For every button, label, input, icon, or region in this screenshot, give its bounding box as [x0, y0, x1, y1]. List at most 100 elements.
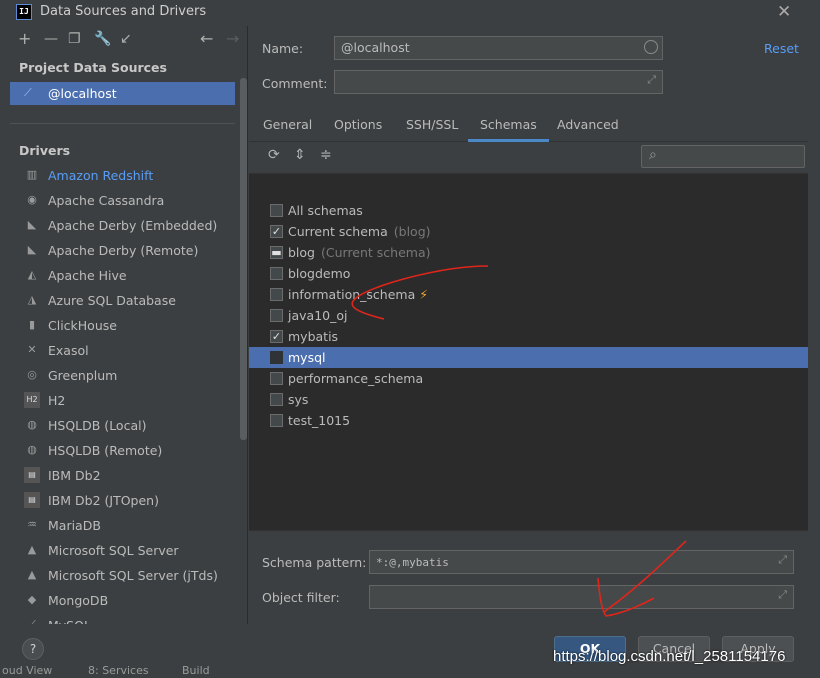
- schema-checkbox[interactable]: ▬: [270, 246, 283, 259]
- schema-checkbox[interactable]: [270, 372, 283, 385]
- ide-tool-cloud-view[interactable]: oud View: [2, 664, 52, 677]
- driver-item[interactable]: ◍ HSQLDB (Remote): [22, 440, 237, 462]
- tab-bar: General Options SSH/SSL Schemas Advanced: [249, 110, 808, 142]
- schema-search-input[interactable]: ⌕: [641, 145, 805, 168]
- driver-label: Amazon Redshift: [48, 168, 154, 183]
- remove-icon[interactable]: —: [44, 30, 58, 48]
- schema-checkbox[interactable]: [270, 309, 283, 322]
- right-pane: Name: @localhost Reset Comment: ⤢ Genera…: [249, 26, 808, 624]
- clickhouse-icon: ▮: [28, 318, 36, 331]
- left-scrollbar[interactable]: [240, 78, 247, 440]
- schema-checkbox[interactable]: [270, 267, 283, 280]
- schema-checkbox[interactable]: [270, 288, 283, 301]
- schema-row[interactable]: performance_schema: [249, 368, 808, 389]
- name-field[interactable]: @localhost: [334, 36, 663, 60]
- driver-item[interactable]: ▤ IBM Db2: [22, 465, 237, 487]
- driver-label: IBM Db2: [48, 468, 101, 483]
- left-toolbar: + — ❐ 🔧 ↙ ← →: [10, 26, 248, 54]
- schema-name-text: blogdemo: [288, 266, 351, 281]
- back-icon[interactable]: ←: [200, 30, 213, 48]
- schema-pattern-field[interactable]: *:@,mybatis ⤢: [369, 550, 794, 574]
- import-icon[interactable]: ↙: [120, 30, 132, 48]
- expand-all-icon[interactable]: ⇕: [294, 147, 306, 163]
- driver-item[interactable]: ◮ Azure SQL Database: [22, 290, 237, 312]
- schema-row[interactable]: All schemas: [249, 200, 808, 221]
- driver-item[interactable]: ✕ Exasol: [22, 340, 237, 362]
- driver-label: Apache Derby (Remote): [48, 243, 199, 258]
- tab-general[interactable]: General: [263, 117, 312, 142]
- refresh-icon[interactable]: ⟳: [268, 147, 280, 163]
- watermark: https://blog.csdn.net/l_2581154176: [553, 648, 786, 665]
- comment-field[interactable]: ⤢: [334, 70, 663, 94]
- object-filter-label: Object filter:: [262, 590, 340, 605]
- schema-row[interactable]: ▬ blog (Current schema): [249, 242, 808, 263]
- object-filter-field[interactable]: ⤢: [369, 585, 794, 609]
- schema-checkbox[interactable]: [270, 204, 283, 217]
- schema-row[interactable]: sys: [249, 389, 808, 410]
- expand-icon[interactable]: ⤢: [778, 588, 787, 602]
- driver-item[interactable]: ▲ Microsoft SQL Server (jTds): [22, 565, 237, 587]
- color-circle-icon[interactable]: [644, 40, 658, 54]
- project-item-localhost[interactable]: ⟋ @localhost: [10, 82, 235, 105]
- schema-name: information_schema ⚡: [288, 287, 428, 302]
- schema-row[interactable]: information_schema ⚡: [249, 284, 808, 305]
- driver-item[interactable]: ◣ Apache Derby (Embedded): [22, 215, 237, 237]
- duplicate-icon[interactable]: ❐: [68, 30, 81, 48]
- window-title: Data Sources and Drivers: [40, 4, 207, 19]
- tab-options[interactable]: Options: [334, 117, 382, 142]
- driver-item[interactable]: ♒ MariaDB: [22, 515, 237, 537]
- help-button[interactable]: ?: [22, 638, 44, 660]
- tab-ssh-ssl[interactable]: SSH/SSL: [406, 117, 458, 142]
- add-icon[interactable]: +: [18, 30, 31, 48]
- schema-row[interactable]: ✓ Current schema (blog): [249, 221, 808, 242]
- schema-row[interactable]: test_1015: [249, 410, 808, 431]
- divider: [10, 123, 235, 124]
- driver-item[interactable]: ▥ Amazon Redshift: [22, 165, 237, 187]
- close-icon[interactable]: ✕: [777, 2, 791, 22]
- schema-checkbox[interactable]: [270, 351, 283, 364]
- driver-item[interactable]: ◆ MongoDB: [22, 590, 237, 612]
- driver-label: IBM Db2 (JTOpen): [48, 493, 159, 508]
- hsqldb-icon: ◍: [27, 418, 37, 431]
- driver-label: ClickHouse: [48, 318, 117, 333]
- wrench-icon[interactable]: 🔧: [94, 30, 111, 48]
- schema-pattern-label: Schema pattern:: [262, 555, 367, 570]
- driver-item[interactable]: ◣ Apache Derby (Remote): [22, 240, 237, 262]
- collapse-all-icon[interactable]: ≑: [320, 147, 332, 163]
- driver-label: Azure SQL Database: [48, 293, 176, 308]
- search-icon: ⌕: [649, 147, 657, 163]
- reset-link[interactable]: Reset: [764, 41, 799, 56]
- driver-item[interactable]: ◍ HSQLDB (Local): [22, 415, 237, 437]
- mssql-icon: ▲: [27, 568, 37, 581]
- tab-advanced[interactable]: Advanced: [557, 117, 619, 142]
- driver-list: ▥ Amazon Redshift ◉ Apache Cassandra ◣ Apache…: [10, 165, 239, 625]
- schema-row[interactable]: blogdemo: [249, 263, 808, 284]
- expand-icon[interactable]: ⤢: [647, 73, 656, 87]
- schema-name: sys: [288, 392, 308, 407]
- driver-item[interactable]: ◎ Greenplum: [22, 365, 237, 387]
- schema-row[interactable]: ✓ mybatis: [249, 326, 808, 347]
- driver-label: HSQLDB (Remote): [48, 443, 163, 458]
- schema-row[interactable]: mysql: [249, 347, 808, 368]
- driver-item[interactable]: ▤ IBM Db2 (JTOpen): [22, 490, 237, 512]
- expand-icon[interactable]: ⤢: [778, 553, 787, 567]
- schema-note: (blog): [393, 224, 431, 239]
- schema-checkbox[interactable]: [270, 393, 283, 406]
- driver-item[interactable]: ▲ Microsoft SQL Server: [22, 540, 237, 562]
- redshift-icon: ▥: [26, 168, 38, 181]
- forward-icon[interactable]: →: [226, 30, 239, 48]
- ide-tool-services[interactable]: 8: Services: [88, 664, 149, 677]
- driver-item[interactable]: ▮ ClickHouse: [22, 315, 237, 337]
- schema-checkbox[interactable]: ✓: [270, 225, 283, 238]
- schema-row[interactable]: java10_oj: [249, 305, 808, 326]
- left-pane: + — ❐ 🔧 ↙ ← → Project Data Sources ⟋ @lo…: [10, 26, 248, 625]
- driver-item[interactable]: ◉ Apache Cassandra: [22, 190, 237, 212]
- driver-item[interactable]: H2 H2: [22, 390, 237, 412]
- ide-tool-build[interactable]: Build: [182, 664, 210, 677]
- driver-label: Exasol: [48, 343, 89, 358]
- schema-checkbox[interactable]: ✓: [270, 330, 283, 343]
- schema-name-text: java10_oj: [288, 308, 348, 323]
- tab-schemas[interactable]: Schemas: [468, 117, 549, 142]
- schema-checkbox[interactable]: [270, 414, 283, 427]
- driver-item[interactable]: ◭ Apache Hive: [22, 265, 237, 287]
